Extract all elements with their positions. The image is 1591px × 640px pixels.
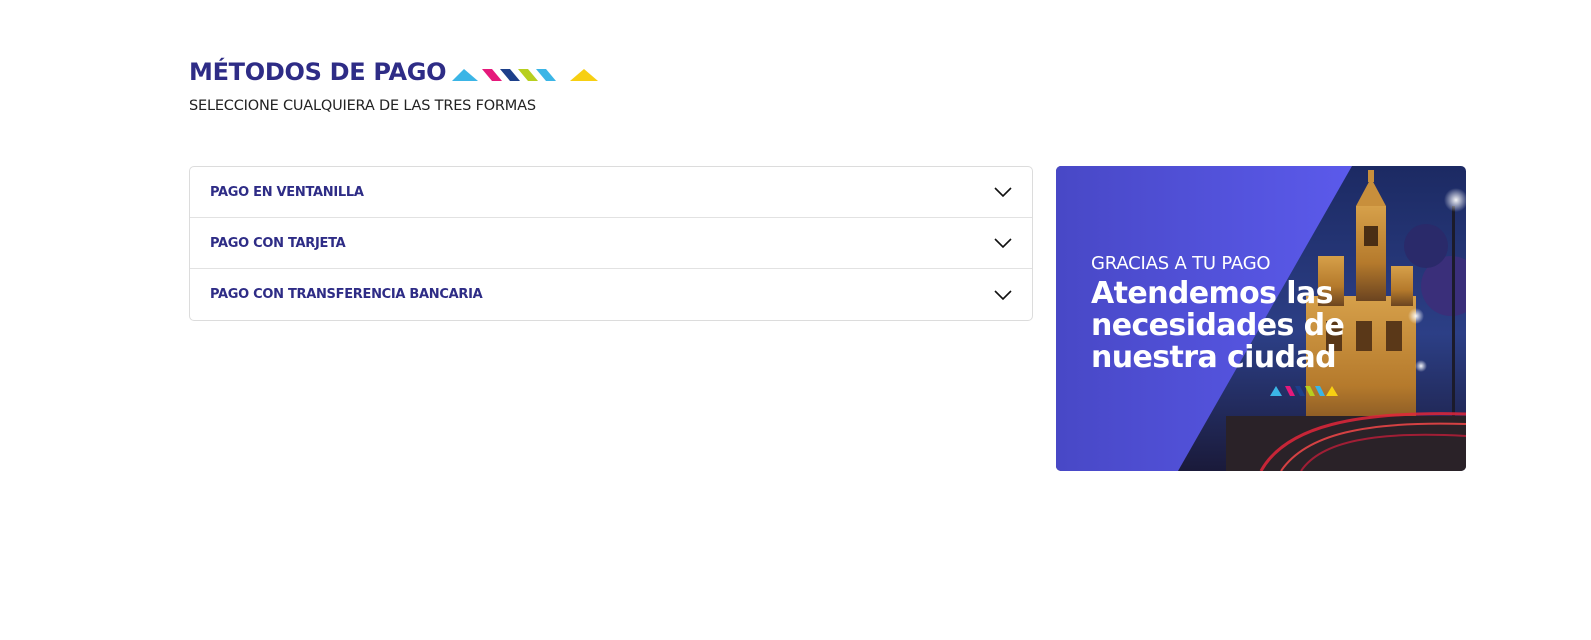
chevron-down-icon[interactable] xyxy=(994,237,1012,249)
accordion-item-tarjeta[interactable]: PAGO CON TARJETA xyxy=(190,218,1032,269)
banner-headline: Atendemos las necesidades de nuestra ciu… xyxy=(1091,276,1345,375)
accordion-item-label: PAGO CON TRANSFERENCIA BANCARIA xyxy=(210,287,483,302)
banner-text: GRACIAS A TU PAGO Atendemos las necesida… xyxy=(1091,253,1391,374)
page-header: MÉTODOS DE PAGO SELECCIONE CUALQUIERA DE… xyxy=(189,56,602,114)
chevron-down-icon[interactable] xyxy=(994,289,1012,301)
page-subtitle: SELECCIONE CUALQUIERA DE LAS TRES FORMAS xyxy=(189,98,536,114)
payment-methods-accordion: PAGO EN VENTANILLA PAGO CON TARJETA PAGO… xyxy=(189,166,1033,321)
banner-kicker: GRACIAS A TU PAGO xyxy=(1091,253,1271,274)
accordion-item-ventanilla[interactable]: PAGO EN VENTANILLA xyxy=(190,167,1032,218)
page-title: MÉTODOS DE PAGO xyxy=(189,58,447,86)
accordion-item-label: PAGO CON TARJETA xyxy=(210,235,346,251)
accordion-item-label: PAGO EN VENTANILLA xyxy=(210,184,364,200)
brand-stripes-icon xyxy=(1270,386,1338,396)
accordion-item-transferencia[interactable]: PAGO CON TRANSFERENCIA BANCARIA xyxy=(190,269,1032,320)
title-row: MÉTODOS DE PAGO xyxy=(189,56,602,88)
chevron-down-icon[interactable] xyxy=(994,186,1012,198)
brand-stripes-icon xyxy=(452,69,599,81)
promo-banner: GRACIAS A TU PAGO Atendemos las necesida… xyxy=(1056,166,1466,471)
